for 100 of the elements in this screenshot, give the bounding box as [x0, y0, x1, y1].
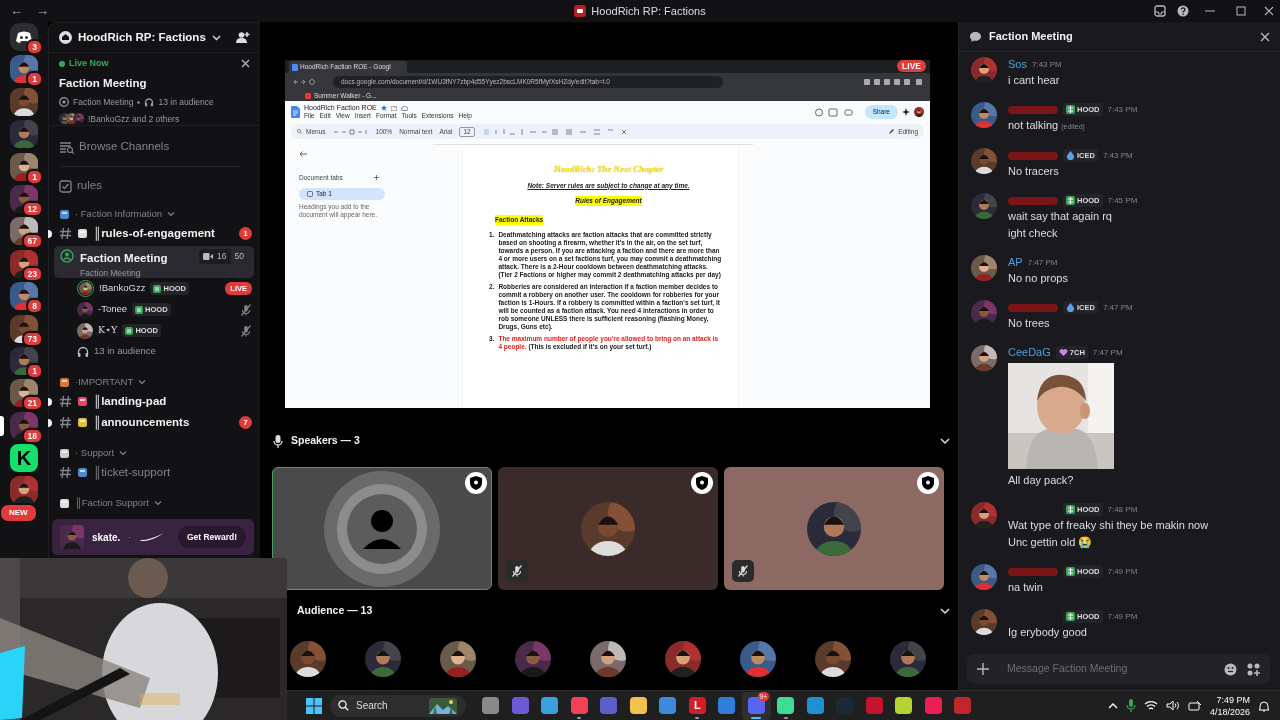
author-name[interactable]: AP [1008, 254, 1023, 271]
start-icon[interactable] [305, 696, 323, 715]
category-name[interactable]: · Faction Information [75, 206, 163, 222]
get-reward-button[interactable]: Get Reward! [177, 525, 246, 549]
search-bar[interactable]: Search [330, 694, 466, 717]
stage-icon [60, 249, 74, 263]
unread-badge: 1 [26, 71, 43, 88]
navigation-icons-drawing[interactable] [291, 77, 315, 86]
audience-count[interactable]: 13 in audience [94, 344, 156, 359]
add-icon[interactable] [374, 175, 379, 181]
add-icon[interactable] [977, 663, 989, 675]
notification-bell-icon[interactable] [1258, 699, 1270, 712]
help-icon[interactable] [1177, 5, 1189, 17]
message-time: 7:45 PM [1107, 194, 1138, 207]
back-arrow-icon[interactable] [299, 151, 307, 157]
star-icon[interactable] [380, 105, 387, 111]
message-time: 7:49 PM [1107, 565, 1138, 578]
channel-name[interactable]: ║ticket-support [93, 463, 171, 482]
author-name[interactable]: CeeDaG [1008, 344, 1051, 361]
channel-name[interactable]: ║rules-of-engagement [93, 224, 215, 243]
sparkle-icon[interactable] [902, 108, 910, 116]
chevron-down-icon[interactable] [940, 606, 950, 616]
category-name[interactable]: ·IMPORTANT [75, 374, 134, 390]
controller-icon[interactable] [10, 23, 38, 51]
close-icon[interactable] [1260, 31, 1270, 42]
inbox-icon[interactable] [1154, 5, 1166, 17]
message-text: Ig erybody good [1008, 625, 1088, 640]
role-icon [125, 326, 134, 335]
message-text: Unc gettin old 😭 [1008, 535, 1094, 550]
headphones-icon [77, 345, 89, 358]
role-icon [135, 305, 144, 314]
document-actions-icons-drawing[interactable] [814, 107, 855, 117]
message-input[interactable]: Message Faction Meeting [1005, 660, 1214, 678]
message-time: 7:47 PM [1092, 346, 1123, 359]
rules-icon [59, 179, 72, 193]
close-icon[interactable] [1262, 5, 1276, 17]
speaker-tile[interactable] [272, 467, 492, 590]
add-user-icon[interactable] [236, 31, 250, 44]
member-name[interactable]: -Tonee [98, 302, 128, 317]
pencil-icon [889, 129, 895, 134]
wifi-icon[interactable] [1143, 700, 1158, 711]
muted-mic-icon [511, 565, 523, 577]
cloud-icon [400, 105, 408, 111]
mention-badge: 1 [239, 227, 252, 240]
hash-icon [59, 466, 72, 479]
new-badge: NEW [0, 503, 38, 524]
server-icon[interactable]: K [10, 444, 38, 473]
role-icon [153, 284, 162, 293]
message-time: 7:43 PM [1031, 58, 1062, 71]
live-dot-icon [59, 60, 65, 67]
section-heading: Audience — 13 [297, 603, 373, 619]
folder-icon[interactable] [390, 105, 397, 111]
role-icon [1066, 505, 1075, 514]
volume-icon[interactable] [1165, 700, 1180, 711]
hash-icon [59, 416, 72, 429]
member-name[interactable]: K⋆Y [98, 323, 118, 338]
unread-badge: 8 [26, 298, 43, 315]
live-badge: LIVE [897, 60, 926, 72]
bookmark-icon [305, 92, 311, 99]
channel-name[interactable]: rules [77, 177, 102, 195]
role-icon [1066, 196, 1075, 205]
document-heading: HoodRich: The Next Chapter [552, 163, 665, 176]
member-name[interactable]: !BankoGzz [99, 281, 146, 296]
document-icon [292, 63, 298, 71]
channel-name[interactable]: ║announcements [93, 413, 190, 432]
taskbar-app[interactable]: L [682, 691, 712, 720]
landscape-icon[interactable] [429, 697, 457, 714]
search-input[interactable]: Search [354, 697, 424, 714]
browse-channels-link[interactable]: Browse Channels [79, 138, 170, 156]
role-icon [1058, 348, 1068, 357]
clock[interactable]: 7:49 PM 4/18/2026 [1209, 693, 1250, 718]
category-name[interactable]: ║Faction Support [75, 495, 149, 511]
server-name[interactable]: HoodRich RP: Factions [78, 28, 206, 47]
speaker-tile[interactable] [498, 467, 718, 590]
category-name[interactable]: · Support [75, 445, 115, 461]
message-text: wait say that again rq [1008, 209, 1113, 224]
stage-channel-item[interactable]: Faction Meeting Faction Meeting 16 50 [54, 246, 254, 278]
speaker-tile[interactable] [724, 467, 944, 590]
channel-name[interactable]: ║landing-pad [93, 392, 167, 411]
author-name[interactable]: Sos [1008, 56, 1027, 73]
forward-button[interactable]: → [36, 1, 52, 21]
microphone-icon[interactable] [1125, 699, 1136, 712]
separator-dot: · [128, 530, 132, 544]
emoji-icon [77, 228, 88, 239]
stage-channel-name: Faction Meeting [73, 95, 134, 109]
close-icon[interactable] [241, 59, 250, 69]
server-icon [574, 5, 587, 17]
message-text: ight check [1008, 226, 1059, 241]
chevron-down-icon[interactable] [211, 33, 221, 42]
chevron-down-icon[interactable] [940, 436, 950, 446]
live-title[interactable]: Faction Meeting [59, 74, 250, 92]
apps-icon[interactable] [1247, 662, 1260, 676]
composer-bar[interactable]: Message Faction Meeting [967, 654, 1270, 684]
back-button[interactable]: ← [10, 1, 26, 21]
device-icon[interactable] [1187, 700, 1202, 711]
message-time: 7:47 PM [1027, 256, 1058, 269]
message-text: na twin [1008, 580, 1044, 595]
browser-toolbar-icons-drawing[interactable] [864, 77, 924, 86]
role-icon [1066, 105, 1075, 114]
emoji-icon[interactable] [1224, 662, 1237, 676]
